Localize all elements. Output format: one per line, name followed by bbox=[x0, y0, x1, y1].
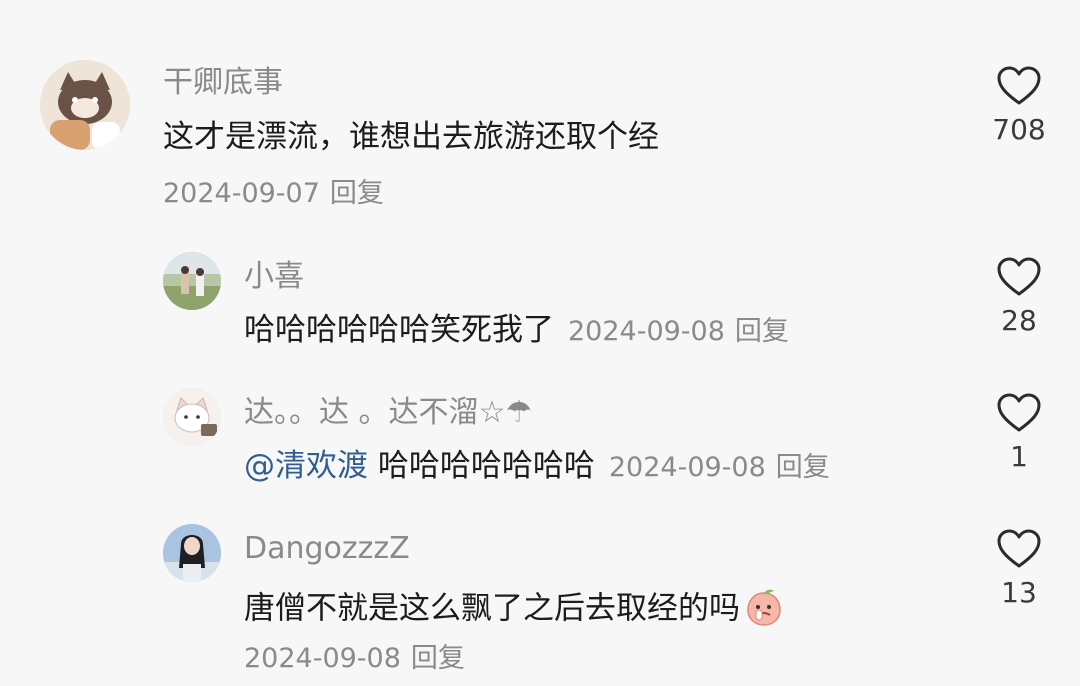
comment-date: 2024-09-08 bbox=[608, 452, 766, 483]
mention-link[interactable]: @清欢渡 bbox=[244, 448, 368, 484]
cartoon-cat-avatar-image bbox=[163, 388, 221, 446]
like-count: 13 bbox=[1001, 576, 1037, 609]
comment-body: 哈哈哈哈哈哈哈 bbox=[377, 448, 595, 484]
like-count: 28 bbox=[1001, 304, 1037, 337]
username[interactable]: DangozzzZ bbox=[244, 534, 410, 564]
comment-text: 哈哈哈哈哈哈笑死我了 2024-09-08 回复 bbox=[244, 315, 789, 346]
avatar[interactable] bbox=[40, 60, 130, 150]
like-count: 1 bbox=[1010, 440, 1028, 473]
heart-outline-icon bbox=[997, 257, 1041, 296]
comment-text: 这才是漂流，谁想出去旅游还取个经 bbox=[163, 119, 659, 155]
username[interactable]: 小喜 bbox=[244, 262, 304, 292]
username[interactable]: 达。。达 。达不溜☆☂ bbox=[244, 398, 532, 428]
avatar[interactable] bbox=[163, 524, 221, 582]
comment-body: 唐僧不就是这么飘了之后去取经的吗 bbox=[244, 590, 740, 627]
reply-button[interactable]: 回复 bbox=[776, 452, 830, 483]
heart-outline-icon bbox=[997, 529, 1041, 568]
comment-meta: 2024-09-07 回复 bbox=[163, 180, 384, 207]
avatar[interactable] bbox=[163, 388, 221, 446]
reply-item: 达。。达 。达不溜☆☂ @清欢渡 哈哈哈哈哈哈哈 2024-09-08 回复 1 bbox=[0, 376, 1080, 496]
comment-text: 唐僧不就是这么飘了之后去取经的吗 bbox=[244, 587, 784, 633]
like-button[interactable]: 28 bbox=[979, 257, 1059, 335]
reply-button[interactable]: 回复 bbox=[411, 643, 465, 674]
reply-button[interactable]: 回复 bbox=[330, 178, 384, 209]
heart-outline-icon bbox=[997, 66, 1041, 105]
comment-meta: 2024-09-08 回复 bbox=[244, 645, 465, 672]
comment-body: 哈哈哈哈哈哈笑死我了 bbox=[244, 312, 554, 348]
like-button[interactable]: 1 bbox=[979, 393, 1059, 471]
comment-date: 2024-09-08 bbox=[568, 316, 725, 347]
comment-date: 2024-09-07 bbox=[163, 178, 320, 209]
outdoor-photo-avatar-image bbox=[163, 252, 221, 310]
cat-avatar-image bbox=[40, 60, 130, 150]
comment-item: 干卿底事 这才是漂流，谁想出去旅游还取个经 2024-09-07 回复 708 bbox=[0, 0, 1080, 230]
person-photo-avatar-image bbox=[163, 524, 221, 582]
reply-item: DangozzzZ 唐僧不就是这么飘了之后去取经的吗 2024-09-08 回复 … bbox=[0, 512, 1080, 686]
reply-button[interactable]: 回复 bbox=[735, 316, 789, 347]
like-count: 708 bbox=[992, 113, 1046, 146]
avatar[interactable] bbox=[163, 252, 221, 310]
peach-face-emoji-icon bbox=[744, 587, 784, 633]
username[interactable]: 干卿底事 bbox=[163, 68, 283, 98]
reply-item: 小喜 哈哈哈哈哈哈笑死我了 2024-09-08 回复 28 bbox=[0, 240, 1080, 360]
comment-date: 2024-09-08 bbox=[244, 643, 401, 674]
like-button[interactable]: 13 bbox=[979, 529, 1059, 607]
comment-text: @清欢渡 哈哈哈哈哈哈哈 2024-09-08 回复 bbox=[244, 451, 830, 482]
like-button[interactable]: 708 bbox=[979, 66, 1059, 144]
heart-outline-icon bbox=[997, 393, 1041, 432]
